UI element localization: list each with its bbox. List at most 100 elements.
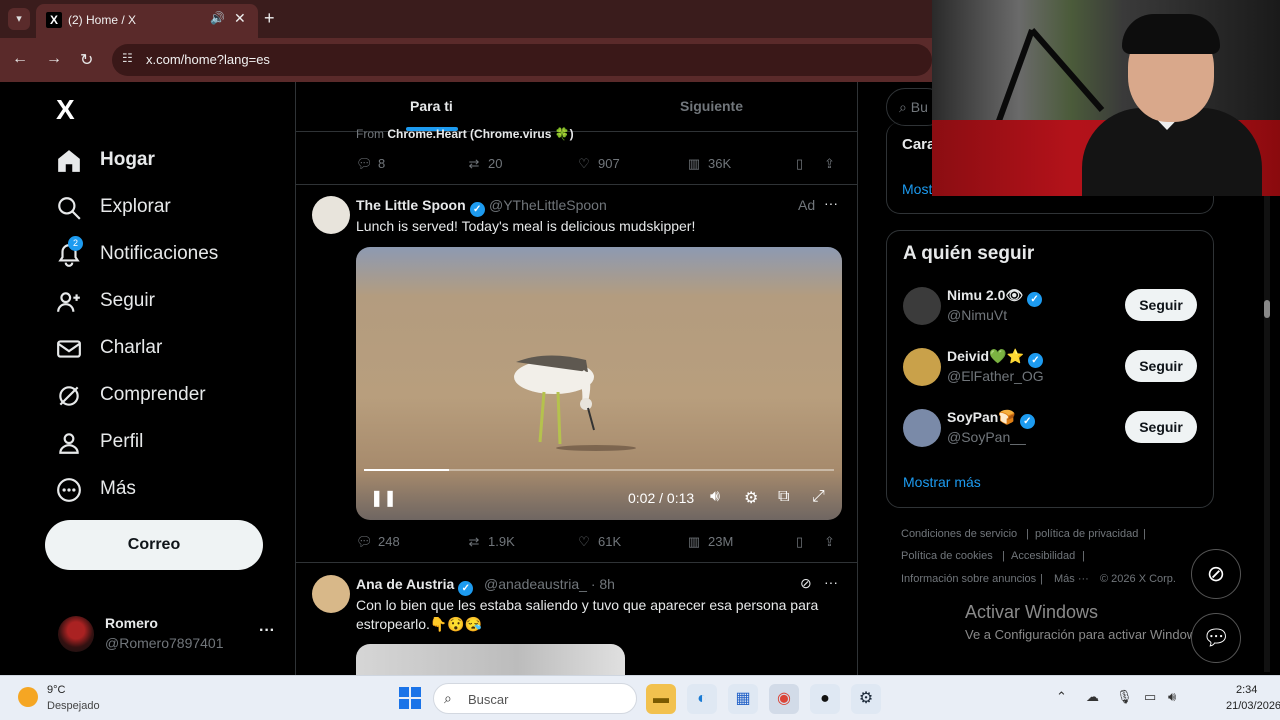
weather-description[interactable]: Despejado <box>47 700 100 712</box>
footer-more-link[interactable]: Más ··· <box>1054 573 1089 585</box>
footer-ads-link[interactable]: Información sobre anuncios <box>901 573 1036 585</box>
volume-icon[interactable]: 🔊︎ <box>1168 689 1176 705</box>
forward-icon[interactable]: → <box>46 50 62 68</box>
follow-button[interactable]: Seguir <box>1125 350 1197 382</box>
chat-icon[interactable]: 💬︎ <box>1191 613 1241 663</box>
suggested-user[interactable]: Deivid💚⭐ ✓ @ElFather_OG Seguir <box>901 346 1201 390</box>
nav-item-notifications[interactable]: 2 Notificaciones <box>56 236 286 276</box>
sidebar: X Hogar Explorar 2 Notificaciones Seguir… <box>0 82 296 675</box>
bookmark-icon[interactable]: ▯ <box>796 156 803 172</box>
tab-list-dropdown-icon[interactable]: ▾ <box>8 8 30 30</box>
nav-item-home[interactable]: Hogar <box>56 142 286 182</box>
x-logo-icon[interactable]: X <box>56 94 75 126</box>
bookmark-icon[interactable]: ▯ <box>796 534 803 550</box>
views-button[interactable]: ▥ 36K <box>686 156 731 172</box>
suggested-user[interactable]: SoyPan🍞 ✓ @SoyPan__ Seguir <box>901 407 1201 451</box>
suggested-user[interactable]: Nimu 2.0👁 ✓ @NimuVt Seguir <box>901 285 1201 329</box>
views-button[interactable]: ▥ 23M <box>686 534 733 550</box>
taskbar-search-input[interactable]: ⌕ Buscar <box>433 683 637 714</box>
feed-tabs: Para ti Siguiente <box>296 82 857 132</box>
footer-privacy-link[interactable]: política de privacidad <box>1035 528 1138 540</box>
share-icon[interactable]: ⇪ <box>824 534 835 550</box>
footer-terms-link[interactable]: Condiciones de servicio <box>901 528 1017 540</box>
post-button[interactable]: Correo <box>45 520 263 570</box>
edge-icon[interactable]: ◐ <box>687 684 717 714</box>
avatar[interactable] <box>903 409 941 447</box>
nav-item-chat[interactable]: Charlar <box>56 330 286 370</box>
share-icon[interactable]: ⇪ <box>824 156 835 172</box>
clock-time[interactable]: 2:34 <box>1236 684 1257 696</box>
footer-cookies-link[interactable]: Política de cookies <box>901 550 993 562</box>
steam-icon[interactable]: ⚙ <box>851 684 881 714</box>
file-explorer-icon[interactable]: ▬ <box>646 684 676 714</box>
nav-item-grok[interactable]: Comprender <box>56 377 286 417</box>
clock-date[interactable]: 21/03/2026 <box>1226 700 1280 712</box>
post-author-handle[interactable]: @YTheLittleSpoon <box>489 197 607 213</box>
avatar[interactable] <box>312 575 350 613</box>
nav-item-explore[interactable]: Explorar <box>56 189 286 229</box>
site-settings-icon[interactable]: ☷ <box>122 51 133 65</box>
microphone-icon[interactable]: 🎙︎ <box>1116 689 1133 705</box>
repost-button[interactable]: ⇄ 1.9K <box>466 534 515 550</box>
follow-button[interactable]: Seguir <box>1125 289 1197 321</box>
like-button[interactable]: ♡ 907 <box>576 156 620 172</box>
post-author-name[interactable]: Ana de Austria ✓ <box>356 576 474 596</box>
settings-icon[interactable]: ⚙ <box>744 488 758 508</box>
browser-tab[interactable]: X (2) Home / X 🔊 ✕ <box>36 4 258 38</box>
follow-button[interactable]: Seguir <box>1125 411 1197 443</box>
volume-icon[interactable]: 🔊︎ <box>710 488 720 506</box>
back-icon[interactable]: ← <box>12 50 28 68</box>
profile-handle[interactable]: @Romero7897401 <box>105 635 224 651</box>
url-text[interactable]: x.com/home?lang=es <box>146 52 270 67</box>
avatar[interactable] <box>903 348 941 386</box>
tab-following[interactable]: Siguiente <box>680 98 743 114</box>
avatar[interactable] <box>903 287 941 325</box>
fullscreen-icon[interactable]: ⤢ <box>812 488 825 506</box>
post-author-handle[interactable]: @anadeaustria_ · 8h <box>484 576 615 592</box>
trends-title: Cara <box>902 136 936 153</box>
chevron-up-icon[interactable]: ⌃ <box>1056 689 1067 705</box>
picture-in-picture-icon[interactable]: ⧉ <box>778 488 789 506</box>
nav-item-follow[interactable]: Seguir <box>56 283 286 323</box>
network-icon[interactable]: ▭ <box>1144 689 1156 705</box>
nav-item-profile[interactable]: Perfil <box>56 424 286 464</box>
post-author-name[interactable]: The Little Spoon ✓ <box>356 197 485 217</box>
footer-accessibility-link[interactable]: Accesibilidad <box>1011 550 1075 562</box>
profile-name[interactable]: Romero <box>105 615 158 631</box>
avatar[interactable] <box>312 196 350 234</box>
new-tab-icon[interactable]: + <box>264 8 275 29</box>
more-icon[interactable]: ··· <box>824 574 838 590</box>
weather-temperature[interactable]: 9°C <box>47 684 65 696</box>
grok-icon[interactable]: ⊘ <box>800 575 812 592</box>
speaker-icon[interactable]: 🔊 <box>210 11 225 25</box>
post-image[interactable] <box>356 644 625 675</box>
scrollbar-thumb[interactable] <box>1264 300 1270 318</box>
nav-item-more[interactable]: Más <box>56 471 286 511</box>
scrollbar[interactable] <box>1264 192 1270 672</box>
footer-copyright: © 2026 X Corp. <box>1100 573 1176 585</box>
weather-moon-icon[interactable] <box>18 687 38 707</box>
grok-icon[interactable]: ⊘ <box>1191 549 1241 599</box>
store-icon[interactable]: ▦ <box>728 684 758 714</box>
tab-for-you[interactable]: Para ti <box>410 98 453 114</box>
windows-start-icon[interactable] <box>399 687 421 709</box>
repost-button[interactable]: ⇄ 20 <box>466 156 503 172</box>
like-button[interactable]: ♡ 61K <box>576 534 621 550</box>
obs-icon[interactable]: ● <box>810 684 840 714</box>
reply-button[interactable]: 💬︎ 8 <box>356 156 385 172</box>
chrome-icon[interactable]: ◉ <box>769 684 799 714</box>
close-icon[interactable]: ✕ <box>234 10 246 27</box>
from-name[interactable]: Chrome.Heart (Chrome.virus 🍀) <box>387 127 573 141</box>
trends-show-more-link[interactable]: Most <box>902 181 932 197</box>
pause-icon[interactable]: ❚❚ <box>370 488 397 508</box>
reply-button[interactable]: 💬︎ 248 <box>356 534 400 550</box>
show-more-link[interactable]: Mostrar más <box>903 474 981 490</box>
video-player[interactable]: ❚❚ 0:02 / 0:13 🔊︎ ⚙ ⧉ ⤢ <box>356 247 842 520</box>
more-icon[interactable]: ··· <box>259 622 275 640</box>
video-progress-bar[interactable] <box>364 469 834 471</box>
address-bar[interactable]: ☷ x.com/home?lang=es <box>112 44 932 76</box>
avatar[interactable] <box>58 616 94 652</box>
reload-icon[interactable]: ↻ <box>80 50 93 70</box>
cloud-off-icon[interactable]: ☁ <box>1086 689 1099 705</box>
more-icon[interactable]: ··· <box>824 195 838 211</box>
